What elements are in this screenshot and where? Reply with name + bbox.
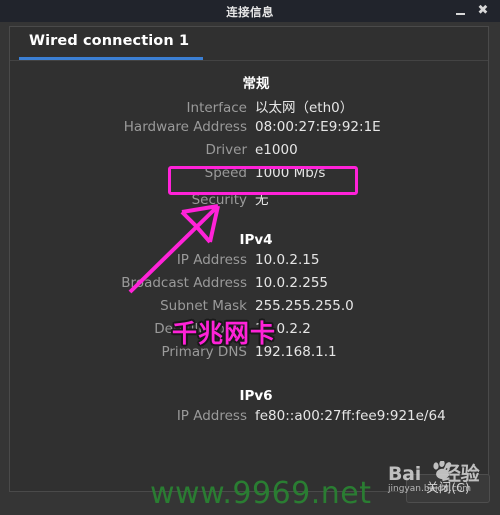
row-value: 192.168.1.1 xyxy=(255,344,337,360)
row-value: 10.0.2.2 xyxy=(255,321,311,337)
close-icon[interactable]: ✖ xyxy=(475,3,491,19)
minimize-icon[interactable] xyxy=(452,3,468,19)
row-label: Primary DNS xyxy=(161,344,247,360)
bottom-bar: 关闭(C) xyxy=(0,470,500,515)
row-value: 以太网（eth0） xyxy=(255,100,354,116)
detail-row-subnet-mask: Subnet Mask 255.255.255.0 xyxy=(10,298,488,321)
row-value: 08:00:27:E9:92:1E xyxy=(255,119,381,135)
detail-row-default-route: Default Route 10.0.2.2 xyxy=(10,321,488,344)
row-label: Subnet Mask xyxy=(160,298,247,314)
detail-row-security: Security 无 xyxy=(10,188,488,211)
detail-row-ipv4-ip-address: IP Address 10.0.2.15 xyxy=(10,252,488,275)
row-label: Broadcast Address xyxy=(121,275,247,291)
tab-wired-connection-1[interactable]: Wired connection 1 xyxy=(19,27,204,60)
row-label: Hardware Address xyxy=(123,119,247,135)
row-value: 10.0.2.255 xyxy=(255,275,328,291)
window-title: 连接信息 xyxy=(226,5,274,19)
row-label: Security xyxy=(191,192,247,208)
row-value: e1000 xyxy=(255,142,298,158)
title-bar: 连接信息 ✖ xyxy=(0,0,500,22)
detail-row-driver: Driver e1000 xyxy=(10,142,488,165)
section-heading-ipv4: IPv4 xyxy=(239,232,273,248)
detail-row-primary-dns: Primary DNS 192.168.1.1 xyxy=(10,344,488,367)
tab-strip: Wired connection 1 xyxy=(10,27,488,61)
close-button[interactable]: 关闭(C) xyxy=(406,474,490,503)
connection-information-window: 连接信息 ✖ Wired connection 1 常规 Interface 以… xyxy=(0,0,500,515)
row-value: 1000 Mb/s xyxy=(255,165,326,181)
connection-details-panel: Wired connection 1 常规 Interface 以太网（eth0… xyxy=(9,26,489,492)
detail-row-broadcast-address: Broadcast Address 10.0.2.255 xyxy=(10,275,488,298)
row-label: Default Route xyxy=(154,321,247,337)
section-heading-general: 常规 xyxy=(242,76,270,92)
detail-row-interface: Interface 以太网（eth0） xyxy=(10,96,488,119)
detail-row-hardware-address: Hardware Address 08:00:27:E9:92:1E xyxy=(10,119,488,142)
row-label: Interface xyxy=(186,100,247,116)
details-content: 常规 Interface 以太网（eth0） Hardware Address … xyxy=(10,61,488,431)
section-heading-ipv6: IPv6 xyxy=(239,388,273,404)
row-label: Speed xyxy=(204,165,247,181)
row-value: 10.0.2.15 xyxy=(255,252,320,268)
row-label: Driver xyxy=(205,142,247,158)
row-value: 无 xyxy=(255,192,269,208)
detail-row-ipv6-ip-address: IP Address fe80::a00:27ff:fee9:921e/64 xyxy=(10,408,488,431)
detail-row-speed: Speed 1000 Mb/s xyxy=(10,165,488,188)
row-label: IP Address xyxy=(176,408,247,424)
row-value: fe80::a00:27ff:fee9:921e/64 xyxy=(255,408,446,424)
row-value: 255.255.255.0 xyxy=(255,298,354,314)
panel-area: Wired connection 1 常规 Interface 以太网（eth0… xyxy=(0,22,500,492)
row-label: IP Address xyxy=(176,252,247,268)
